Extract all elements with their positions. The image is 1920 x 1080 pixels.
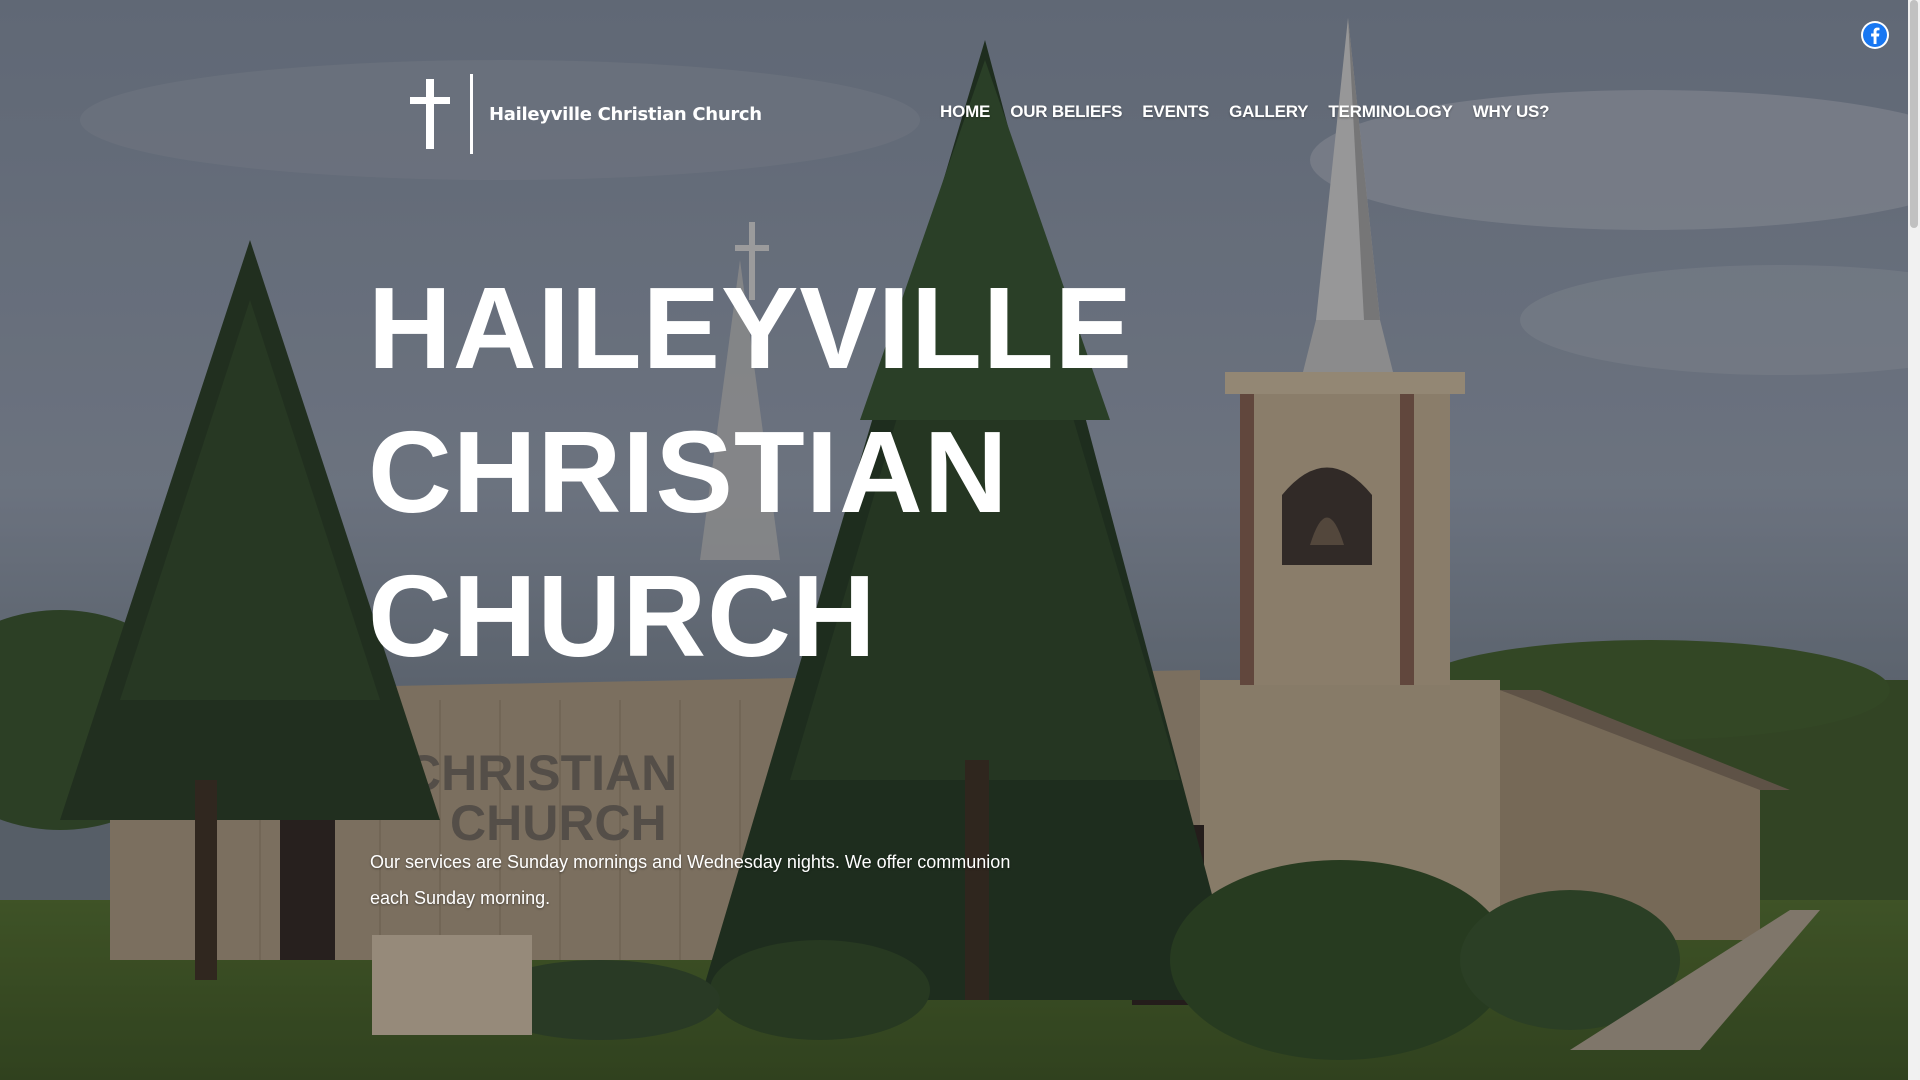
hero-title-line-3: CHURCH (368, 551, 877, 681)
logo-divider (470, 74, 473, 154)
hero-title-line-1: HAILEYVILLE (368, 263, 1134, 393)
main-nav: HOME OUR BELIEFS EVENTS GALLERY TERMINOL… (940, 102, 1550, 122)
nav-item-our-beliefs[interactable]: OUR BELIEFS (1010, 102, 1122, 122)
cross-icon (410, 79, 450, 149)
nav-item-home[interactable]: HOME (940, 102, 990, 122)
hero-title-line-2: CHRISTIAN (368, 407, 1009, 537)
nav-item-events[interactable]: EVENTS (1142, 102, 1209, 122)
hero-description: Our services are Sunday mornings and Wed… (370, 852, 1011, 908)
nav-item-gallery[interactable]: GALLERY (1229, 102, 1308, 122)
facebook-icon[interactable] (1860, 20, 1890, 50)
site-name: Haileyville Christian Church (489, 103, 762, 125)
nav-item-terminology[interactable]: TERMINOLOGY (1328, 102, 1453, 122)
scrollbar-thumb[interactable] (1910, 0, 1918, 228)
hero-section: CHRISTIAN CHURCH Haileyville Christian C (0, 0, 1920, 1080)
nav-item-why-us[interactable]: WHY US? (1473, 102, 1550, 122)
site-logo[interactable]: Haileyville Christian Church (408, 72, 762, 156)
hero-title: HAILEYVILLE CHRISTIAN CHURCH (368, 256, 1133, 688)
page-scrollbar[interactable] (1908, 0, 1920, 1080)
